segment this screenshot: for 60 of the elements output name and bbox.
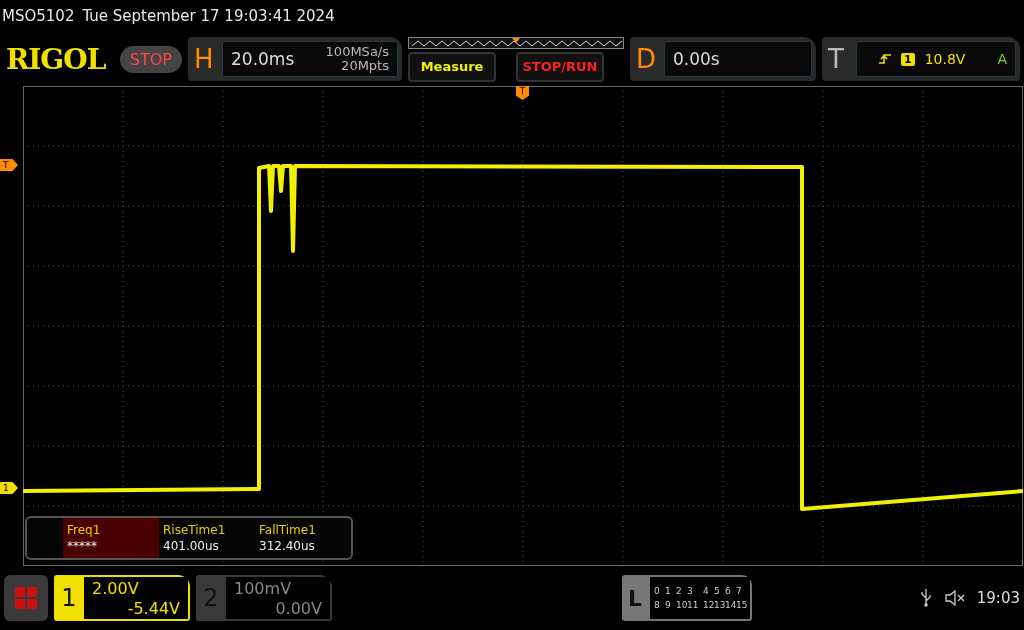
digital-channel-number: 13 [714, 600, 725, 610]
channel-number: 1 [60, 583, 78, 614]
measurement-value: ***** [67, 539, 98, 553]
digital-channel-number: 9 [665, 600, 672, 610]
date-time: Tue September 17 19:03:41 2024 [82, 7, 335, 25]
horizontal-panel[interactable]: H 20.0ms 100MSa/s 20Mpts [188, 37, 402, 81]
memory-depth: 20Mpts [341, 59, 389, 73]
measurement-item[interactable]: RiseTime1 401.00us [159, 518, 255, 558]
measurement-name: FallTime1 [259, 523, 317, 537]
measure-button[interactable]: Measure [408, 51, 496, 82]
trigger-source: 1 [901, 52, 915, 66]
digital-channel-number: 12 [703, 600, 714, 610]
channel-offset: 0.00V [275, 599, 322, 619]
speaker-muted-icon [944, 590, 965, 606]
channel-scale: 2.00V [92, 579, 140, 599]
channel-scale: 100mV [234, 579, 293, 599]
channel-panel[interactable]: 1 2.00V -5.44V [54, 575, 190, 621]
trigger-level-marker[interactable]: T [0, 159, 18, 171]
channel-marker[interactable]: 1 [0, 482, 18, 494]
delay-panel[interactable]: D 0.00s [630, 37, 816, 81]
trigger-mode: A [997, 51, 1007, 67]
digital-channel-number: 5 [714, 586, 721, 596]
digital-channel-number: 7 [736, 586, 743, 596]
trigger-panel[interactable]: T 1 10.8V A [822, 37, 1020, 81]
digital-channel-number: 3 [687, 586, 694, 596]
digital-channel-number: 14 [725, 600, 736, 610]
stop-run-button[interactable]: STOP/RUN [516, 51, 604, 82]
digital-channel-number: 1 [665, 586, 672, 596]
measurement-value: 312.40us [259, 539, 316, 553]
logic-panel[interactable]: L 0 1 2 3 4 5 6 7 8 9 1011 12131415 [622, 575, 752, 621]
model-name: MSO5102 [2, 7, 75, 25]
clock-time: 19:03 [976, 589, 1020, 607]
trigger-level: 10.8V [924, 51, 966, 67]
grid-icon [15, 587, 37, 609]
timebase-value: 20.0ms [231, 49, 295, 69]
digital-channel-number: 10 [676, 600, 687, 610]
measurement-name: RiseTime1 [163, 523, 227, 537]
digital-channel-number: 0 [654, 586, 661, 596]
rising-edge-icon [879, 53, 891, 65]
delay-value: 0.00s [673, 49, 720, 69]
brand-logo: RIGOL [6, 42, 107, 76]
trigger-label: T [828, 44, 845, 74]
digital-channel-number: 4 [703, 586, 710, 596]
digital-channel-number: 6 [725, 586, 732, 596]
measurement-item[interactable]: Freq1 ***** [63, 518, 159, 558]
measurement-item[interactable]: FallTime1 312.40us [255, 518, 351, 558]
digital-channel-number: 15 [736, 600, 747, 610]
sample-rate: 100MSa/s [325, 45, 389, 59]
channel-offset: -5.44V [127, 599, 180, 619]
digital-channel-number: 8 [654, 600, 661, 610]
trigger-position-marker[interactable]: T [516, 86, 529, 100]
measurement-value: 401.00us [163, 539, 220, 553]
usb-icon [920, 589, 931, 607]
logic-label: L [627, 584, 643, 613]
measurement-name: Freq1 [67, 523, 102, 537]
digital-channel-number: 11 [687, 600, 700, 610]
delay-label: D [636, 44, 658, 74]
digital-channel-number: 2 [676, 586, 683, 596]
horizontal-label: H [194, 44, 215, 74]
menu-button[interactable] [4, 575, 48, 621]
